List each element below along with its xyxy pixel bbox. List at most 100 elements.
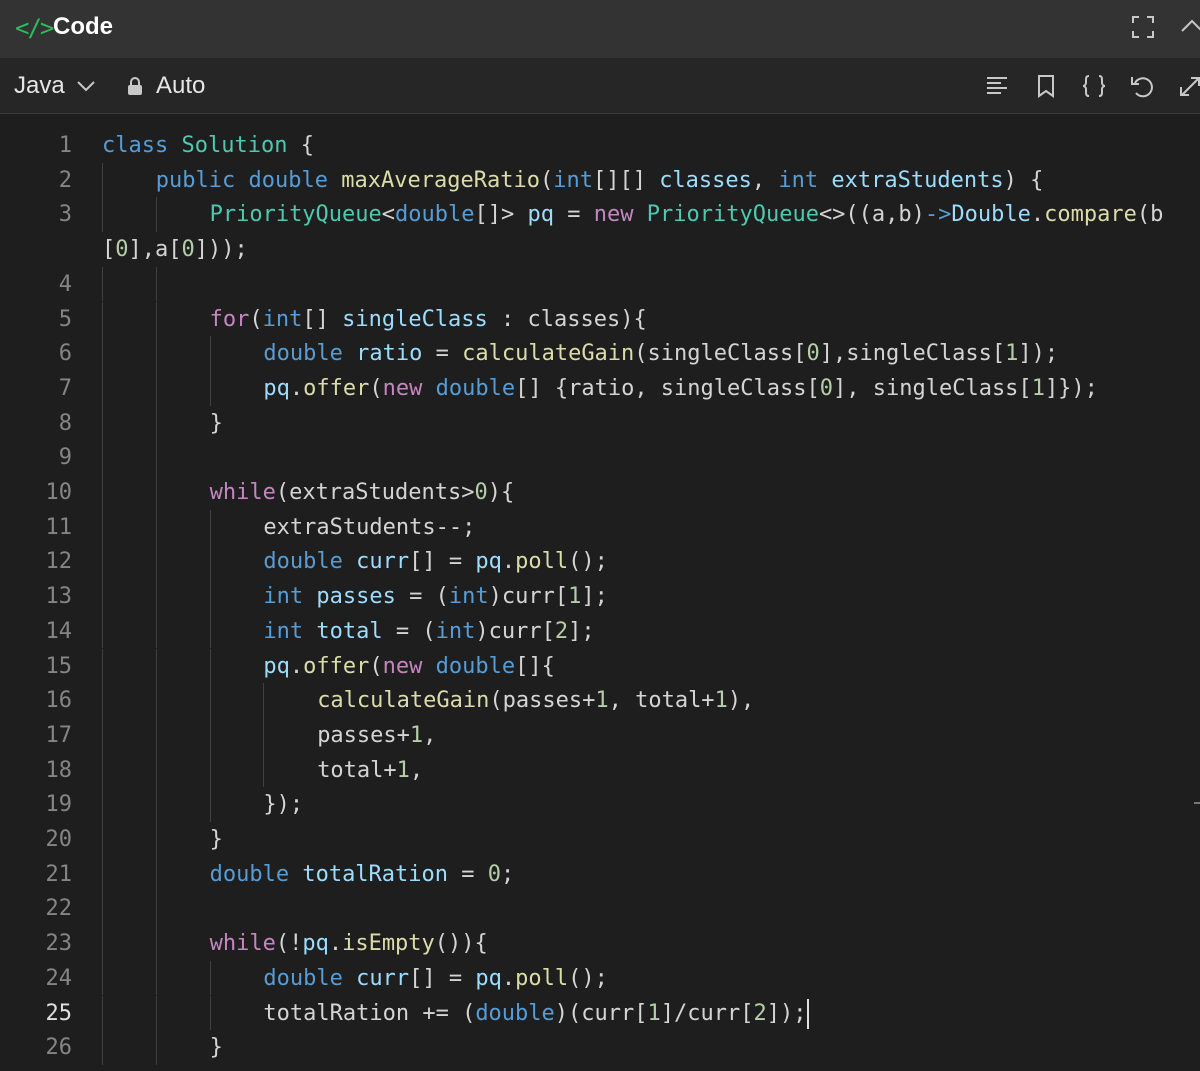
code-line-wrap[interactable]: [0],a[0])); (0, 232, 1200, 267)
code-line[interactable]: 1 class Solution { (0, 128, 1200, 163)
code-line[interactable]: 8} (0, 406, 1200, 441)
code-token: 0 (819, 375, 833, 401)
indent-guide (155, 544, 157, 580)
indent-guide (155, 266, 157, 302)
indent-guide (209, 613, 211, 649)
code-line[interactable]: 16 calculateGain(passes+1, total+1), (0, 683, 1200, 718)
code-token: ], singleClass[ (833, 375, 1032, 401)
code-token: offer (303, 653, 370, 679)
code-text: int passes = (int)curr[1]; (263, 579, 607, 614)
code-line[interactable]: 13 int passes = (int)curr[1]; (0, 579, 1200, 614)
indent-guide (209, 995, 211, 1031)
code-token: double (263, 549, 343, 575)
code-token: extraStudents--; (263, 514, 476, 540)
line-number: 11 (45, 514, 73, 540)
code-token: ]); (766, 1000, 807, 1026)
indent-guide (102, 1030, 103, 1065)
indent-guide (155, 960, 157, 996)
code-line[interactable]: 5 for(int[] singleClass : classes){ (0, 302, 1200, 337)
code-line[interactable]: 19}); (0, 787, 1200, 822)
indent-guide (102, 301, 103, 337)
code-text: pq.offer(new double[] {ratio, singleClas… (263, 371, 1098, 406)
code-line[interactable]: 3 PriorityQueue<double[]> pq = new Priori… (0, 197, 1200, 232)
indent-guide (155, 405, 157, 441)
code-token: curr (356, 549, 410, 575)
code-token: [][] (592, 167, 660, 193)
code-token: ( (369, 653, 383, 679)
line-number: 7 (58, 375, 72, 401)
code-text: extraStudents--; (263, 510, 475, 545)
indent-guide (155, 336, 157, 371)
code-token: extraStudents (831, 167, 1004, 193)
bookmark-icon[interactable] (1033, 73, 1059, 99)
fullscreen-icon[interactable] (1130, 14, 1156, 45)
code-token: 0 (115, 237, 129, 263)
code-line[interactable]: 22 (0, 891, 1200, 926)
code-line[interactable]: 24 double curr[] = pq.poll(); (0, 961, 1200, 996)
auto-label: Auto (156, 72, 206, 99)
code-line[interactable]: 6 double ratio = calculateGain(singleClas… (0, 336, 1200, 371)
code-text: for(int[] singleClass : classes){ (210, 302, 647, 337)
code-token: ( (539, 167, 554, 193)
code-line[interactable]: 26} (0, 1030, 1200, 1065)
line-number: 2 (58, 167, 72, 193)
code-line[interactable]: 15 pq.offer(new double[]{ (0, 649, 1200, 684)
code-token: < (381, 202, 396, 228)
scrollbar-marker[interactable] (1194, 802, 1200, 804)
code-line[interactable]: 18 total+1, (0, 753, 1200, 788)
code-token: 1 (595, 688, 609, 714)
code-token: for (209, 306, 250, 332)
code-token: ]; (581, 584, 608, 610)
line-number: 21 (45, 861, 73, 887)
code-line[interactable]: 9 (0, 440, 1200, 475)
code-line[interactable]: 2 public double maxAverageRatio(int[][] c… (0, 163, 1200, 198)
line-number: 4 (58, 271, 72, 297)
collapse-chevron-icon[interactable] (1178, 14, 1200, 45)
code-token: class (102, 133, 169, 158)
code-token: double (248, 167, 329, 193)
expand-icon[interactable] (1178, 73, 1200, 99)
code-line[interactable]: 20} (0, 822, 1200, 857)
line-number: 20 (45, 827, 73, 852)
code-line[interactable]: 4 (0, 267, 1200, 302)
code-line[interactable]: 25 totalRation += (double)(curr[1]/curr[2… (0, 996, 1200, 1031)
code-line[interactable]: 12 double curr[] = pq.poll(); (0, 544, 1200, 579)
code-line[interactable]: 23 while(!pq.isEmpty()){ (0, 926, 1200, 961)
undo-icon[interactable] (1129, 73, 1155, 99)
language-selector[interactable]: Java (14, 72, 65, 100)
code-token: , total+ (608, 688, 715, 714)
indent-guide (155, 995, 157, 1031)
code-text: PriorityQueue<double[]> pq = new Priorit… (210, 197, 1164, 232)
indent-guide (102, 926, 103, 961)
code-line[interactable]: 17 passes+1, (0, 718, 1200, 753)
code-line[interactable]: 7 pq.offer(new double[] {ratio, singleCla… (0, 371, 1200, 406)
code-editor[interactable]: 1 class Solution {2 public double maxAvera… (0, 114, 1200, 1071)
code-token: ]; (568, 618, 595, 644)
code-line[interactable]: 10 while(extraStudents>0){ (0, 475, 1200, 510)
indent-guide (155, 509, 157, 545)
format-lines-icon[interactable] (984, 73, 1010, 99)
code-token: total+ (317, 757, 397, 783)
indent-guide (155, 891, 157, 927)
indent-guide (102, 960, 103, 996)
code-line[interactable]: 21 double totalRation = 0; (0, 857, 1200, 892)
code-token: Solution (181, 133, 288, 158)
chevron-down-icon[interactable] (76, 79, 96, 98)
braces-icon[interactable] (1080, 73, 1106, 99)
code-token: 2 (753, 1000, 767, 1026)
indent-guide (155, 683, 157, 718)
line-number: 6 (58, 341, 72, 367)
code-text: } (210, 822, 223, 857)
indent-guide (155, 717, 157, 753)
line-number: 5 (58, 306, 72, 332)
code-text: int total = (int)curr[2]; (263, 614, 594, 649)
code-text: double curr[] = pq.poll(); (263, 544, 607, 579)
indent-guide (209, 544, 211, 580)
code-token: (extraStudents> (275, 480, 475, 505)
code-line[interactable]: 14 int total = (int)curr[2]; (0, 614, 1200, 649)
code-line[interactable]: 11 extraStudents--; (0, 510, 1200, 545)
code-token: 1 (396, 757, 410, 783)
